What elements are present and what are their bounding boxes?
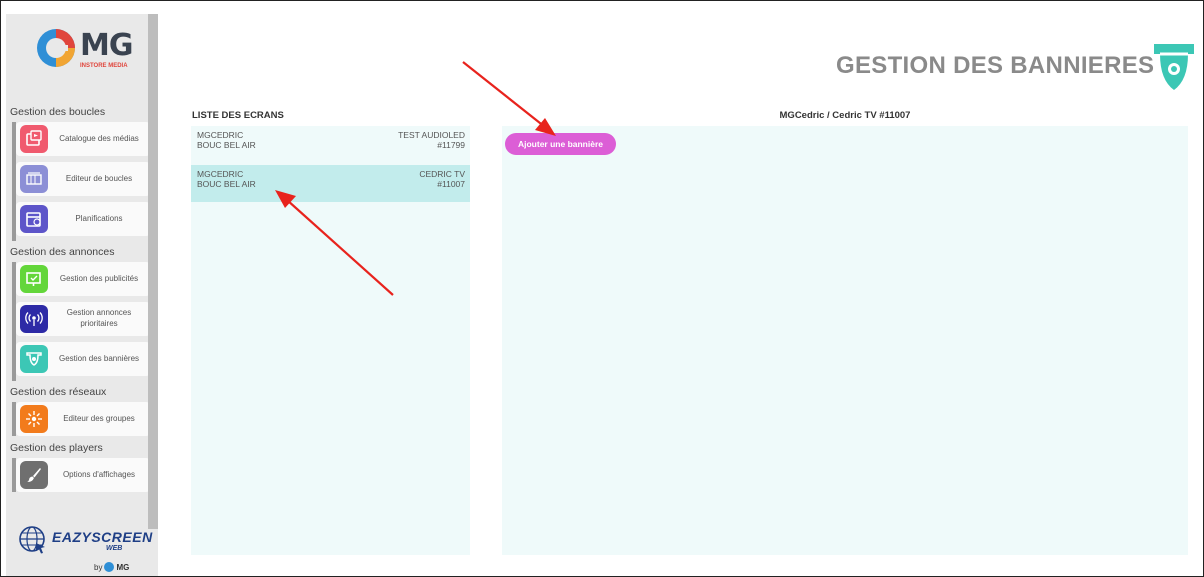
globe-icon bbox=[19, 526, 45, 554]
logo-subtitle: INSTORE MEDIA bbox=[80, 63, 128, 69]
broadcast-icon bbox=[20, 305, 48, 333]
sidebar-scrollbar[interactable] bbox=[148, 14, 158, 529]
section-title-loops: Gestion des boucles bbox=[10, 106, 106, 118]
screen-identity: TEST AUDIOLED #11799 bbox=[398, 130, 465, 151]
eazyscreen-logo: EAZYSCREEN WEB by MG bbox=[18, 525, 153, 575]
selected-screen-heading: MGCedric / Cedric TV #11007 bbox=[779, 110, 911, 121]
screen-row-selected[interactable]: MGCEDRIC BOUC BEL AIR CEDRIC TV #11007 bbox=[191, 165, 470, 202]
screen-location: MGCEDRIC BOUC BEL AIR bbox=[197, 130, 256, 151]
banner-icon bbox=[1152, 42, 1196, 92]
sidebar-item-ads[interactable]: Gestion des publicités bbox=[16, 262, 150, 296]
sidebar: MG INSTORE MEDIA Gestion des boucles Cat… bbox=[6, 14, 158, 576]
sidebar-item-display-options[interactable]: Options d'affichages bbox=[16, 458, 150, 492]
brand-name: EAZYSCREEN bbox=[52, 529, 153, 545]
calendar-icon bbox=[20, 205, 48, 233]
mg-mini-icon bbox=[104, 562, 115, 572]
screens-list-heading: LISTE DES ECRANS bbox=[192, 110, 284, 121]
sidebar-item-priority-announcements[interactable]: Gestion annonces prioritaires bbox=[16, 302, 150, 336]
banner-icon bbox=[20, 345, 48, 373]
banner-panel bbox=[502, 126, 1188, 555]
page-title: GESTION DES BANNIERES bbox=[836, 52, 1155, 79]
section-title-networks: Gestion des réseaux bbox=[10, 386, 107, 398]
brand-suffix: WEB bbox=[106, 545, 123, 552]
sidebar-item-label: Gestion des bannières bbox=[58, 353, 140, 363]
media-catalog-icon bbox=[20, 125, 48, 153]
sidebar-item-banners[interactable]: Gestion des bannières bbox=[16, 342, 150, 376]
screen-location: MGCEDRIC BOUC BEL AIR bbox=[197, 169, 256, 190]
screen-row[interactable]: MGCEDRIC BOUC BEL AIR TEST AUDIOLED #117… bbox=[191, 126, 470, 163]
screen-id: #11007 bbox=[437, 178, 465, 189]
mg-logo[interactable]: MG INSTORE MEDIA bbox=[36, 24, 136, 74]
screen-site: BOUC BEL AIR bbox=[197, 178, 256, 189]
sidebar-item-loop-editor[interactable]: Editeur de boucles bbox=[16, 162, 150, 196]
screens-list: MGCEDRIC BOUC BEL AIR TEST AUDIOLED #117… bbox=[191, 126, 470, 555]
sidebar-item-media-catalog[interactable]: Catalogue des médias bbox=[16, 122, 150, 156]
brand-by-text: by bbox=[94, 562, 103, 572]
sidebar-item-label: Options d'affichages bbox=[62, 469, 136, 479]
sidebar-item-label: Editeur de boucles bbox=[65, 173, 133, 183]
screen-site: BOUC BEL AIR bbox=[197, 139, 256, 150]
section-title-players: Gestion des players bbox=[10, 442, 103, 454]
screen-identity: CEDRIC TV #11007 bbox=[419, 169, 465, 190]
section-title-announcements: Gestion des annonces bbox=[10, 246, 115, 258]
sidebar-item-label: Editeur des groupes bbox=[63, 413, 135, 423]
logo-text: MG bbox=[80, 28, 133, 63]
network-icon bbox=[20, 405, 48, 433]
brand-by-logo: MG bbox=[116, 562, 130, 572]
sidebar-item-label: Gestion annonces prioritaires bbox=[66, 308, 132, 328]
sidebar-item-planning[interactable]: Planifications bbox=[16, 202, 150, 236]
add-banner-button[interactable]: Ajouter une bannière bbox=[505, 133, 616, 155]
mg-logo-icon bbox=[37, 29, 75, 67]
sidebar-item-label: Catalogue des médias bbox=[59, 133, 139, 143]
ad-screen-icon bbox=[20, 265, 48, 293]
sidebar-item-label: Planifications bbox=[75, 213, 123, 223]
brand-by: by MG bbox=[94, 562, 129, 572]
loop-editor-icon bbox=[20, 165, 48, 193]
screen-id: #11799 bbox=[437, 139, 465, 150]
sidebar-item-label: Gestion des publicités bbox=[59, 273, 139, 283]
brush-icon bbox=[20, 461, 48, 489]
sidebar-item-group-editor[interactable]: Editeur des groupes bbox=[16, 402, 150, 436]
